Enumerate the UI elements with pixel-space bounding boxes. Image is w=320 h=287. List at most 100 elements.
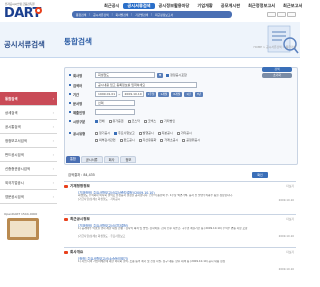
sidebar: 통합검색 › 상세검색 › 공시통검색 › 정정보고서검색 › 펀드공시검색 ›…	[0, 92, 57, 204]
type-option[interactable]: 정기공시	[95, 131, 110, 135]
type-checkbox[interactable]	[182, 138, 186, 142]
tab-company[interactable]: 회사	[103, 156, 120, 163]
gnb-item[interactable]: 기업개황	[193, 3, 216, 9]
period-3y-button[interactable]: 3년	[194, 91, 204, 97]
section-title: 기재정정정보	[64, 184, 296, 189]
keyword-row: 검색어 공시내용 입고 등록정보를 입력하세요	[69, 82, 197, 88]
gnb-item[interactable]: 공시정보활용마당	[155, 3, 194, 9]
type-checkbox[interactable]	[95, 131, 98, 135]
filer-input[interactable]	[95, 109, 135, 115]
filer-label: 제출인명	[69, 110, 95, 115]
market-option[interactable]: 코넥스	[143, 119, 156, 123]
top-button[interactable]	[267, 12, 276, 17]
reset-button[interactable]: 초기화	[262, 73, 292, 78]
period-6m-button[interactable]: 6개월	[171, 91, 183, 97]
type-option[interactable]: 기타공시	[176, 131, 192, 135]
type-option[interactable]: 펀드공시	[119, 138, 135, 142]
chevron-right-icon: ›	[52, 125, 54, 129]
market-row: 시장구분 전체 유가증권 코스닥 코넥스 기타법인	[69, 118, 179, 124]
period-1m-button[interactable]: 1개월	[158, 91, 170, 97]
global-nav: 최근공시 공시서류검색 공시정보활용마당 기업개황 공모게시판 최근정정보고서 …	[100, 3, 306, 9]
top-button[interactable]	[287, 12, 296, 17]
type-option[interactable]: 외부감사관련	[95, 138, 116, 142]
gnb-item-active[interactable]: 공시서류검색	[123, 3, 155, 9]
type-option[interactable]: 거래소공시	[160, 138, 178, 142]
market-label: 시장구분	[69, 119, 95, 124]
subnav-item[interactable]: 통합검색	[76, 13, 86, 17]
type-option-label: 외부감사관련	[99, 138, 116, 142]
type-option[interactable]: 공정위공시	[182, 138, 200, 142]
type-row: 공시유형 정기공시 주요사항보고 발행공시 지분공시 기타공시	[69, 130, 196, 136]
market-checkbox[interactable]	[108, 119, 112, 123]
type-checkbox[interactable]	[160, 138, 164, 142]
include-correction-option[interactable]: 정정공시포함	[166, 73, 187, 77]
include-correction-checkbox[interactable]	[166, 73, 170, 77]
subnav-item[interactable]: 공시서류검색	[93, 13, 108, 17]
type-checkbox[interactable]	[138, 138, 142, 142]
gnb-item[interactable]: 최근공시	[100, 3, 123, 9]
market-checkbox[interactable]	[143, 119, 147, 123]
more-link[interactable]: 더보기	[286, 184, 294, 188]
type-checkbox[interactable]	[95, 138, 98, 142]
company-label: 회사명	[69, 73, 95, 78]
period-to-input[interactable]: 2009.10.10	[121, 91, 144, 97]
search-button[interactable]: 검색	[262, 67, 292, 72]
type-option[interactable]: 지분공시	[157, 131, 173, 135]
subnav-separator: |	[111, 13, 113, 16]
top-button[interactable]	[277, 12, 286, 17]
type-option[interactable]: 발행공시	[138, 131, 154, 135]
type-checkbox[interactable]	[119, 138, 123, 142]
type-label: 공시유형	[69, 131, 95, 136]
sidebar-info-box[interactable]: OpenDART 1544-0000	[4, 202, 44, 242]
market-option[interactable]: 코스닥	[127, 119, 140, 123]
period-row: 기간 1999.01.01 ~ 2009.10.10 1주일 1개월 6개월 1…	[69, 91, 204, 97]
more-link[interactable]: 더보기	[286, 217, 294, 221]
subnav-item[interactable]: 기간별검색	[135, 13, 148, 17]
sidebar-item[interactable]: 상세검색 ›	[0, 106, 57, 120]
market-option[interactable]: 기타법인	[160, 119, 175, 123]
type-checkbox[interactable]	[114, 131, 118, 135]
type-row-2: 외부감사관련 펀드공시 자산유동화 거래소공시 공정위공시	[95, 137, 204, 143]
sidebar-item[interactable]: 신종증권공시검색 ›	[0, 162, 57, 176]
confirm-button[interactable]: 확인	[252, 172, 268, 178]
period-1w-button[interactable]: 1주일	[145, 91, 157, 97]
result-desc: 1) 사업 나이 기업이해관계 대한 이사회 결의, 소송 등의 제기 및 신청…	[78, 260, 226, 263]
market-checkbox[interactable]	[127, 119, 131, 123]
sub-nav: 통합검색 | 공시서류검색 | 회사별검색 | 기간별검색 | 최근정정보고서	[72, 11, 232, 18]
market-option[interactable]: 유가증권	[108, 119, 124, 123]
gnb-item[interactable]: 최근정정보고서	[244, 3, 279, 9]
logo[interactable]: 전자공시시스템 금융감독원 DART	[2, 1, 50, 21]
sidebar-item-label: 상세검색	[5, 111, 18, 115]
subnav-item[interactable]: 최근정정보고서	[155, 13, 173, 17]
sidebar-item-active[interactable]: 통합검색 ›	[0, 92, 57, 106]
type-checkbox[interactable]	[176, 131, 180, 135]
period-from-input[interactable]: 1999.01.01	[95, 91, 117, 97]
sidebar-item[interactable]: 펀드공시검색 ›	[0, 148, 57, 162]
type-option[interactable]: 주요사항보고	[114, 131, 135, 135]
market-option[interactable]: 전체	[95, 119, 105, 123]
gnb-item[interactable]: 최근보고서	[279, 3, 306, 9]
market-checkbox[interactable]	[160, 119, 164, 123]
market-checkbox[interactable]	[95, 119, 98, 123]
type-option-label: 공정위공시	[186, 138, 201, 142]
more-link[interactable]: 더보기	[286, 250, 294, 254]
sidebar-item[interactable]: 공시통검색 ›	[0, 120, 57, 134]
period-1y-button[interactable]: 1년	[184, 91, 193, 97]
type-option-label: 발행공시	[142, 131, 154, 135]
company-search-button[interactable]: ▼	[157, 72, 164, 78]
type-checkbox[interactable]	[138, 131, 142, 135]
tab-all[interactable]: 통합	[66, 156, 80, 163]
tab-info[interactable]: 정보	[120, 156, 137, 163]
tab-documents[interactable]: 공시서류	[80, 156, 103, 163]
subnav-item[interactable]: 회사별검색	[116, 13, 129, 17]
subnav-separator: |	[151, 13, 152, 16]
sidebar-item[interactable]: 정정보고서검색 ›	[0, 134, 57, 148]
keyword-input[interactable]: 공시내용 입고 등록정보를 입력하세요	[95, 82, 197, 88]
result-section: 회사개요 더보기 [정정] 주요사항보고서(소송등의제기) 1) 사업 나이 기…	[64, 247, 296, 275]
company-input[interactable]: 회생철도	[95, 72, 155, 78]
gnb-item[interactable]: 공모게시판	[217, 3, 244, 9]
type-option[interactable]: 자산유동화	[138, 138, 156, 142]
type-checkbox[interactable]	[157, 131, 161, 135]
sidebar-item[interactable]: 외국기업공시 ›	[0, 176, 57, 190]
doc-select[interactable]: 선택	[95, 100, 135, 106]
